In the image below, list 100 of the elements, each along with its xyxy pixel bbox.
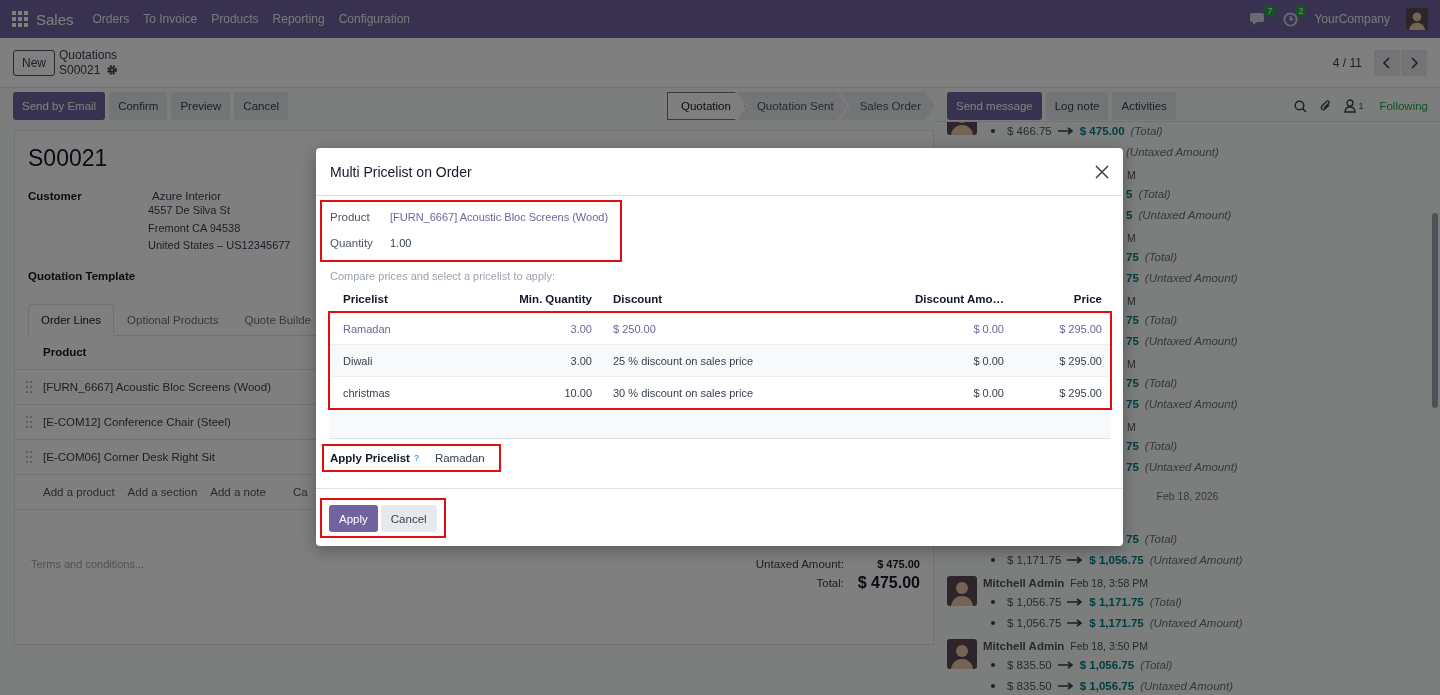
- pricelist-row[interactable]: christmas 10.00 30 % discount on sales price $ 0.00 $ 295.00: [330, 377, 1110, 408]
- pricelist-field[interactable]: Ramadan: [434, 452, 485, 464]
- bullet-dot: [991, 128, 995, 133]
- new-value: $ 1,171.75: [1089, 616, 1144, 629]
- field-name: (Untaxed Amount): [1144, 460, 1238, 473]
- new-value: $ 1,056.75: [1089, 553, 1144, 566]
- hint-text: Compare prices and select a pricelist to apply:: [330, 270, 556, 282]
- new-value: $ 1,056.75: [1079, 679, 1135, 692]
- field-name: (Untaxed Amount): [1149, 616, 1243, 629]
- field-name: (Total): [1144, 439, 1177, 452]
- arrow-icon: [1057, 660, 1074, 669]
- field-name: (Total): [1144, 532, 1177, 545]
- tab[interactable]: Optional Products: [114, 303, 232, 336]
- drag-handle-icon[interactable]: [26, 380, 32, 393]
- add-link[interactable]: Add a product: [43, 485, 115, 498]
- old-value: $ 1,171.75: [1007, 553, 1062, 566]
- field-label: Quotation Template: [28, 269, 136, 282]
- old-value: $ 1,056.75: [1007, 616, 1062, 629]
- message-time: M: [1127, 231, 1136, 244]
- next-button[interactable]: [1401, 49, 1427, 76]
- field-label: Product: [330, 211, 371, 223]
- add-link[interactable]: Add a note: [210, 485, 266, 498]
- bullet-dot: [991, 620, 995, 625]
- help-mark[interactable]: ?: [413, 453, 419, 463]
- arrow-icon: [1057, 126, 1074, 135]
- add-link[interactable]: Ca: [292, 485, 308, 498]
- apps-grid-icon[interactable]: [12, 11, 28, 27]
- following-status[interactable]: Following: [1379, 100, 1428, 112]
- dialog-button[interactable]: Apply: [329, 505, 378, 532]
- message-author: Mitchell Admin: [983, 639, 1065, 652]
- company-name[interactable]: YourCompany: [1314, 12, 1390, 26]
- action-button[interactable]: Preview: [171, 92, 231, 120]
- new-value: 75: [1126, 334, 1139, 347]
- pricelist-row[interactable]: Diwali 3.00 25 % discount on sales price $ 0.00 $ 295.00: [330, 345, 1110, 377]
- breadcrumb-link[interactable]: Quotations: [59, 47, 119, 63]
- close-button[interactable]: [1093, 162, 1111, 181]
- field-name: (Untaxed Amount): [1144, 334, 1238, 347]
- new-value: 75: [1126, 532, 1139, 545]
- bullet-dot: [991, 683, 995, 688]
- field-label: Customer: [28, 190, 83, 204]
- field-name: (Untaxed Amount): [1149, 553, 1243, 566]
- notification-badge: 7: [1264, 4, 1276, 17]
- chatter-button[interactable]: Log note: [1045, 92, 1109, 120]
- field-name: (Total): [1144, 313, 1177, 326]
- dialog-button[interactable]: Cancel: [380, 505, 437, 532]
- new-value: 75: [1126, 271, 1139, 284]
- old-value: $ 835.50: [1007, 658, 1052, 671]
- menu-item[interactable]: Configuration: [331, 12, 418, 26]
- product-link[interactable]: [FURN_6667] Acoustic Bloc Screens (Wood): [390, 211, 609, 223]
- action-button[interactable]: Cancel: [234, 92, 289, 120]
- old-value: $ 1,056.75: [1007, 595, 1062, 608]
- chatter-button[interactable]: Send message: [947, 92, 1042, 120]
- status-step[interactable]: Sales Order: [839, 92, 935, 120]
- status-step[interactable]: Quotation Sent: [736, 92, 848, 120]
- arrow-icon: [1067, 597, 1084, 606]
- user-avatar-icon[interactable]: [1406, 8, 1428, 30]
- message-time: M: [1127, 168, 1136, 181]
- follower-count: 1: [1358, 101, 1364, 111]
- menu-item[interactable]: Products: [204, 12, 266, 26]
- arrow-icon: [1067, 555, 1084, 564]
- action-button[interactable]: Send by Email: [13, 92, 106, 120]
- tab[interactable]: Quote Builde: [231, 303, 324, 336]
- message-time: M: [1127, 420, 1136, 433]
- search-icon[interactable]: [1294, 99, 1308, 113]
- drag-handle-icon[interactable]: [26, 415, 32, 428]
- field-name: (Untaxed Amount): [1144, 271, 1238, 284]
- menu-item[interactable]: Orders: [85, 12, 137, 26]
- chevron-right-icon[interactable]: [1409, 56, 1419, 69]
- table-cell: [E-COM06] Corner Desk Right Sit: [43, 450, 215, 463]
- gear-icon[interactable]: [106, 64, 119, 76]
- field-name: (Total): [1149, 595, 1182, 608]
- column-header: Min. Quantity: [518, 293, 593, 305]
- total-value: $ 475.00: [856, 573, 920, 592]
- person-icon[interactable]: [1344, 99, 1357, 113]
- drag-handle-icon[interactable]: [26, 450, 32, 463]
- field-name: (Total): [1130, 124, 1163, 137]
- field-name: (Total): [1144, 250, 1177, 263]
- address-line: Fremont CA 94538: [148, 220, 241, 236]
- clock-icon[interactable]: [1283, 11, 1299, 27]
- chatter-button[interactable]: Activities: [1112, 92, 1176, 120]
- tab[interactable]: Order Lines: [28, 303, 115, 336]
- chevron-left-icon[interactable]: [1382, 56, 1392, 69]
- menu-item[interactable]: Reporting: [265, 12, 332, 26]
- table-cell: [E-COM12] Conference Chair (Steel): [43, 415, 231, 428]
- menu-item[interactable]: To Invoice: [136, 12, 205, 26]
- app-name[interactable]: Sales: [36, 10, 74, 28]
- paperclip-icon[interactable]: [1319, 99, 1333, 113]
- new-button[interactable]: New: [13, 49, 55, 76]
- old-value: $ 835.50: [1007, 679, 1052, 692]
- scrollbar[interactable]: [1432, 213, 1438, 408]
- dialog-title: Multi Pricelist on Order: [330, 163, 472, 180]
- field-label: Apply Pricelist: [330, 452, 410, 464]
- field-label: Quantity: [330, 237, 374, 249]
- add-link[interactable]: Add a section: [127, 485, 198, 498]
- customer-name[interactable]: Azure Interior: [148, 190, 222, 202]
- previous-button[interactable]: [1374, 49, 1400, 76]
- action-button[interactable]: Confirm: [109, 92, 168, 120]
- total-label: Untaxed Amount:: [755, 557, 844, 570]
- field-name: (Untaxed Amount): [1144, 397, 1238, 410]
- column-header: Discount: [612, 293, 664, 305]
